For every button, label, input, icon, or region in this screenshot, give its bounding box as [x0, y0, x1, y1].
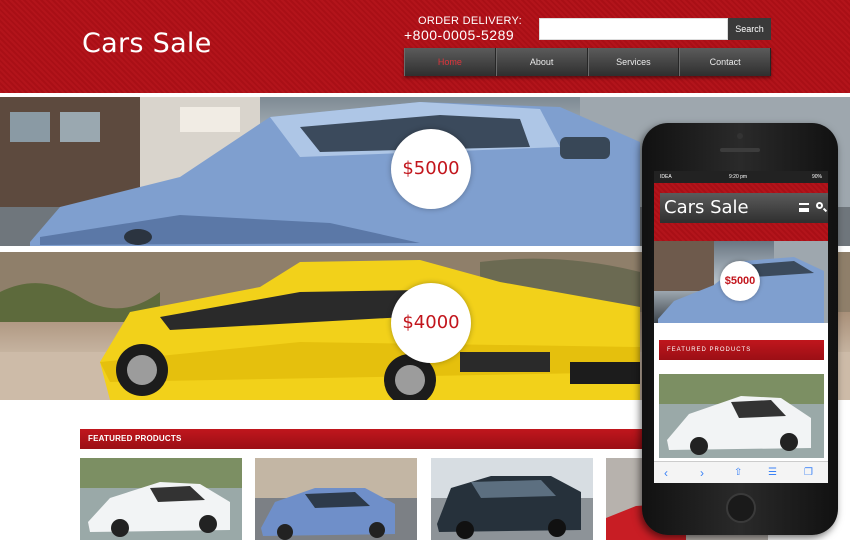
- page: Cars Sale ORDER DELIVERY: +800-0005-5289…: [0, 0, 850, 540]
- product-image: [431, 458, 593, 540]
- phone-product-image: [659, 374, 824, 458]
- phone-carrier: IDEA: [660, 174, 672, 180]
- phone-site-header: Cars Sale: [654, 183, 828, 241]
- product-thumb-2[interactable]: [255, 458, 417, 540]
- product-image: [255, 458, 417, 540]
- tabs-icon[interactable]: ❐: [804, 466, 813, 480]
- hamburger-menu-icon[interactable]: [799, 203, 809, 212]
- phone-header-bar: Cars Sale: [660, 193, 828, 223]
- phone-site-logo[interactable]: Cars Sale: [664, 197, 749, 218]
- phone-camera: [737, 133, 743, 139]
- phone-status-bar: IDEA 9:20 pm 90%: [654, 171, 828, 183]
- phone-speaker: [720, 148, 760, 152]
- phone-battery: 90%: [811, 174, 822, 180]
- product-thumb-1[interactable]: [80, 458, 242, 540]
- phone-browser-toolbar: ‹ › ⇧ ☰ ❐: [654, 461, 828, 483]
- search-icon[interactable]: [816, 202, 823, 209]
- price-badge: $4000: [391, 283, 471, 363]
- phone-price-badge: $5000: [720, 261, 760, 301]
- product-image: [80, 458, 242, 540]
- order-delivery-phone: +800-0005-5289: [404, 27, 515, 43]
- nav-item-services[interactable]: Services: [587, 48, 680, 76]
- nav-item-contact[interactable]: Contact: [679, 48, 771, 76]
- forward-icon[interactable]: ›: [700, 466, 704, 480]
- back-icon[interactable]: ‹: [664, 466, 668, 480]
- main-nav: Home About Services Contact: [404, 48, 771, 76]
- phone-featured-heading: FEATURED PRODUCTS: [659, 340, 824, 360]
- nav-item-about[interactable]: About: [495, 48, 588, 76]
- site-header: Cars Sale ORDER DELIVERY: +800-0005-5289…: [0, 0, 850, 93]
- phone-product-thumb[interactable]: [659, 374, 824, 458]
- phone-time: 9:20 pm: [729, 174, 748, 180]
- bookmarks-icon[interactable]: ☰: [768, 466, 777, 480]
- site-logo[interactable]: Cars Sale: [82, 28, 212, 59]
- phone-home-button: [726, 493, 756, 523]
- price-badge: $5000: [391, 129, 471, 209]
- product-thumb-3[interactable]: [431, 458, 593, 540]
- order-delivery-label: ORDER DELIVERY:: [418, 15, 522, 27]
- search-button[interactable]: Search: [728, 18, 771, 40]
- phone-screen: IDEA 9:20 pm 90% Cars Sale $5000 FEATURE…: [654, 171, 828, 483]
- search-input[interactable]: [539, 18, 728, 40]
- nav-item-home[interactable]: Home: [404, 48, 496, 76]
- share-icon[interactable]: ⇧: [734, 466, 742, 480]
- phone-hero-slide[interactable]: $5000: [654, 241, 828, 323]
